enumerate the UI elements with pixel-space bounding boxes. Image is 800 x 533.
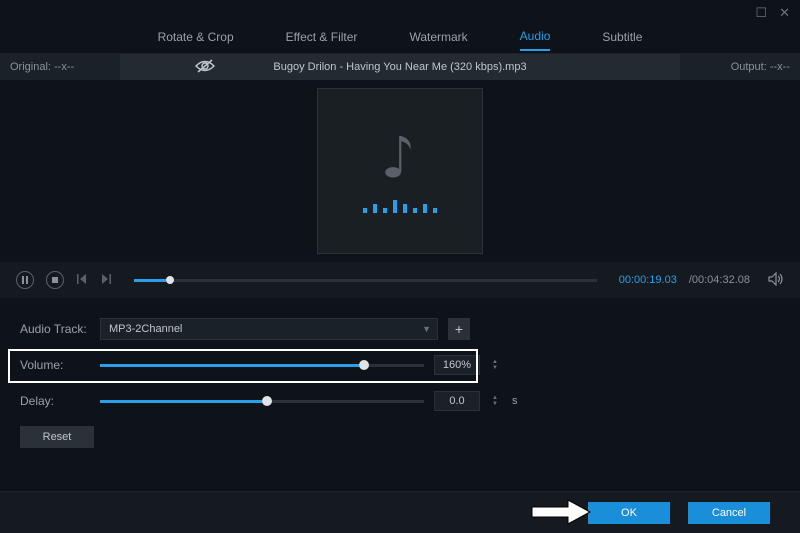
delay-slider[interactable] [100, 400, 424, 403]
info-bar: Original: --x-- Bugoy Drilon - Having Yo… [0, 54, 800, 80]
delay-stepper[interactable]: ▲▼ [492, 395, 498, 407]
volume-label: Volume: [20, 358, 90, 372]
maximize-icon[interactable]: ☐ [755, 5, 767, 21]
tab-watermark[interactable]: Watermark [409, 30, 467, 50]
original-size-label: Original: --x-- [10, 61, 74, 73]
volume-icon[interactable] [768, 272, 784, 289]
volume-stepper[interactable]: ▲▼ [492, 359, 498, 371]
audio-track-select[interactable]: MP3-2Channel ▼ [100, 318, 438, 340]
preview-toggle-icon[interactable] [195, 59, 215, 76]
audio-track-value: MP3-2Channel [109, 323, 182, 335]
footer-bar: OK Cancel [0, 491, 800, 533]
output-size-label: Output: --x-- [731, 61, 790, 73]
tab-bar: Rotate & Crop Effect & Filter Watermark … [0, 26, 800, 54]
delay-unit: s [512, 395, 518, 407]
delay-label: Delay: [20, 394, 90, 408]
playback-controls: 00:00:19.03/00:04:32.08 [0, 262, 800, 298]
equalizer-icon [363, 199, 437, 213]
current-time: 00:00:19.03 [619, 274, 677, 286]
tab-rotate-crop[interactable]: Rotate & Crop [158, 30, 234, 50]
stop-button[interactable] [46, 271, 64, 289]
reset-button[interactable]: Reset [20, 426, 94, 448]
close-icon[interactable]: ✕ [779, 5, 790, 21]
playback-progress-slider[interactable] [134, 279, 597, 282]
file-title: Bugoy Drilon - Having You Near Me (320 k… [273, 61, 526, 73]
volume-slider[interactable] [100, 364, 424, 367]
tab-audio[interactable]: Audio [520, 29, 551, 51]
audio-preview-box [317, 88, 483, 254]
prev-frame-button[interactable] [76, 273, 88, 288]
next-frame-button[interactable] [100, 273, 112, 288]
tab-effect-filter[interactable]: Effect & Filter [286, 30, 358, 50]
add-audio-track-button[interactable]: + [448, 318, 470, 340]
volume-value-input[interactable]: 160% [434, 355, 480, 375]
preview-area [0, 80, 800, 262]
ok-button[interactable]: OK [588, 502, 670, 524]
chevron-down-icon: ▼ [422, 324, 431, 334]
music-note-icon [382, 129, 418, 181]
total-time: /00:04:32.08 [689, 274, 750, 286]
audio-track-label: Audio Track: [20, 322, 90, 336]
play-pause-button[interactable] [16, 271, 34, 289]
cancel-button[interactable]: Cancel [688, 502, 770, 524]
tab-subtitle[interactable]: Subtitle [602, 30, 642, 50]
delay-value-input[interactable]: 0.0 [434, 391, 480, 411]
